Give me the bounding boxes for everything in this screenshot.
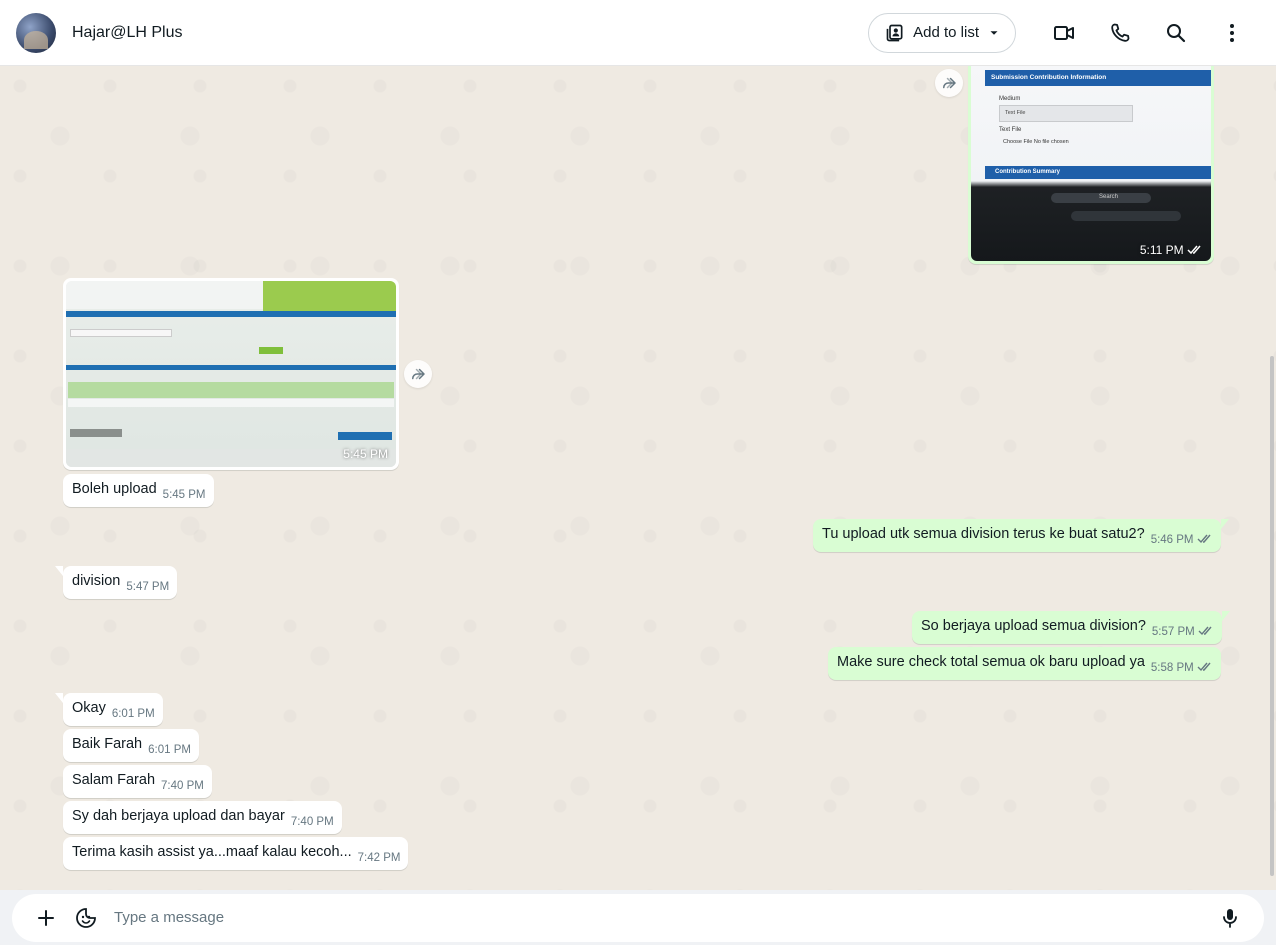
- sent-image-taskbar-2: [1071, 211, 1181, 221]
- received-image-time: 5:45 PM: [343, 447, 388, 461]
- message-text: Tu upload utk semua division terus ke bu…: [822, 526, 1145, 542]
- message-input[interactable]: [114, 909, 1210, 926]
- message-bubble[interactable]: Okay 6:01 PM: [55, 693, 163, 726]
- sent-image-textfile-value: Text File: [1005, 110, 1026, 116]
- message-time: 5:57 PM: [1151, 626, 1195, 638]
- forward-icon: [412, 368, 425, 380]
- message-time: 5:45 PM: [162, 489, 206, 501]
- message-time: 5:46 PM: [1150, 534, 1194, 546]
- message-time: 5:47 PM: [126, 581, 170, 593]
- contact-name[interactable]: Hajar@LH Plus: [72, 24, 183, 42]
- plus-icon: [38, 909, 54, 926]
- microphone-icon: [1223, 908, 1237, 928]
- received-image-table-row: [68, 399, 394, 407]
- message-bubble[interactable]: Make sure check total semua ok baru uplo…: [828, 647, 1221, 680]
- sent-image-search-text: Search: [1099, 194, 1119, 200]
- double-check-icon: [1187, 245, 1201, 255]
- caret-down-icon: [990, 30, 998, 35]
- video-call-icon: [1054, 25, 1074, 40]
- received-image-table-head: [68, 382, 394, 398]
- message-text: Boleh upload: [72, 481, 157, 497]
- menu-button[interactable]: [1204, 13, 1260, 53]
- message-text: Make sure check total semua ok baru uplo…: [837, 654, 1145, 670]
- message-text: Salam Farah: [72, 772, 156, 788]
- message-bubble[interactable]: Sy dah berjaya upload dan bayar 7:40 PM: [63, 801, 342, 834]
- message-time: 7:40 PM: [161, 780, 204, 792]
- forward-button-2[interactable]: [404, 360, 432, 388]
- search-button[interactable]: [1148, 13, 1204, 53]
- voice-message-button[interactable]: [1210, 898, 1250, 938]
- message-text: Baik Farah: [72, 736, 143, 752]
- message-time: 5:58 PM: [1150, 662, 1194, 674]
- sent-image-thumbnail[interactable]: Submission Contribution Information Medi…: [971, 66, 1211, 261]
- message-text: Sy dah berjaya upload dan bayar: [72, 808, 285, 824]
- emoji-sticker-button[interactable]: [66, 898, 106, 938]
- contact-list-icon: [886, 24, 903, 41]
- forward-button[interactable]: [935, 69, 963, 97]
- chat-messages-area[interactable]: Submission Contribution Information Medi…: [0, 66, 1276, 890]
- sent-image-message[interactable]: Submission Contribution Information Medi…: [968, 66, 1214, 264]
- message-bubble[interactable]: So berjaya upload semua division? 5:57 PM: [912, 611, 1230, 644]
- video-call-button[interactable]: [1036, 13, 1092, 53]
- message-text: Okay: [72, 700, 106, 716]
- forward-icon: [943, 77, 956, 89]
- add-to-list-button[interactable]: Add to list: [868, 12, 1016, 53]
- sent-image-time-wrap: 5:11 PM: [1140, 243, 1203, 257]
- sent-image-choose-file: Choose File No file chosen: [1003, 139, 1069, 145]
- sent-image-medium-label: Medium: [999, 96, 1021, 102]
- message-text: Terima kasih assist ya...maaf kalau keco…: [72, 844, 352, 860]
- received-image-blue-bar-2: [66, 365, 396, 370]
- message-bubble[interactable]: Salam Farah 7:40 PM: [63, 765, 212, 798]
- header-actions: Add to list: [868, 12, 1260, 53]
- attach-button[interactable]: [26, 898, 66, 938]
- message-text: division: [72, 573, 121, 589]
- received-image-back-btn: [70, 429, 122, 437]
- contact-avatar[interactable]: [16, 12, 56, 53]
- sent-image-title: Submission Contribution Information: [991, 74, 1107, 81]
- chat-scrollbar[interactable]: [1270, 356, 1274, 876]
- received-image-green-box: [263, 281, 396, 311]
- message-bubble[interactable]: Terima kasih assist ya...maaf kalau keco…: [63, 837, 409, 870]
- received-image-upload-btn: [259, 347, 283, 354]
- received-image-submit-btn: [338, 432, 392, 440]
- voice-call-icon: [1111, 23, 1130, 42]
- voice-call-button[interactable]: [1092, 13, 1148, 53]
- read-ticks-icon: [1198, 626, 1212, 636]
- message-composer-bar: [0, 890, 1276, 945]
- sent-image-time: 5:11 PM: [1139, 243, 1184, 257]
- received-image-input: [70, 329, 172, 337]
- read-ticks-icon: [1197, 534, 1211, 544]
- received-image-blue-bar: [66, 311, 396, 317]
- composer: [12, 893, 1264, 942]
- message-bubble[interactable]: division 5:47 PM: [54, 566, 178, 599]
- sticker-icon: [76, 907, 96, 928]
- received-image-message[interactable]: 5:45 PM: [63, 278, 399, 470]
- search-icon: [1167, 23, 1186, 42]
- read-ticks-icon: [1197, 662, 1211, 672]
- add-to-list-label: Add to list: [913, 24, 979, 41]
- message-bubble[interactable]: Baik Farah 6:01 PM: [63, 729, 199, 762]
- message-bubble[interactable]: Boleh upload 5:45 PM: [63, 474, 214, 507]
- message-time: 6:01 PM: [148, 744, 191, 756]
- message-text: So berjaya upload semua division?: [921, 618, 1146, 634]
- sent-image-textfile-label: Text File: [999, 127, 1022, 133]
- message-time: 7:42 PM: [357, 852, 401, 864]
- message-time: 6:01 PM: [111, 708, 155, 720]
- received-image-thumbnail[interactable]: 5:45 PM: [66, 281, 396, 467]
- sent-image-summary-label: Contribution Summary: [995, 169, 1061, 175]
- message-bubble[interactable]: Tu upload utk semua division terus ke bu…: [813, 519, 1229, 552]
- menu-icon: [1230, 23, 1234, 42]
- message-time: 7:40 PM: [290, 816, 334, 828]
- chat-header: Hajar@LH Plus Add to list: [0, 0, 1276, 66]
